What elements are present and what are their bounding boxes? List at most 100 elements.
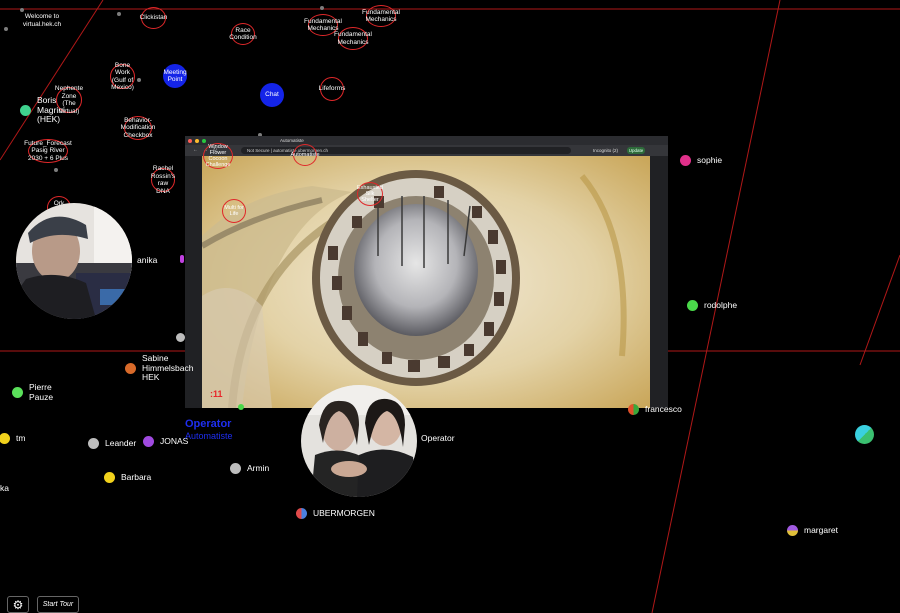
user-barbara[interactable]: Barbara [104, 472, 151, 483]
user-ka[interactable]: ka [0, 483, 9, 494]
link-label: Multi for Life [224, 205, 244, 217]
user-avatar [628, 404, 639, 415]
link-label: Race Condition [229, 26, 257, 42]
browser-update-button[interactable]: Update [627, 147, 645, 154]
space-link-future-forecast[interactable]: Future_Forecast Pasig River 2030 + 6 Plu… [24, 139, 72, 163]
user-rodolphe[interactable]: rodolphe [687, 300, 737, 311]
user-tm[interactable]: tm [0, 433, 25, 444]
incognito-indicator[interactable]: Incognito (2) [593, 147, 618, 154]
shared-3d-scene [202, 156, 650, 408]
user-name: francesco [645, 403, 682, 414]
space-marker [320, 6, 324, 10]
operator-title: Operator [185, 418, 232, 430]
browser-tab-bar: Automatiste [185, 136, 668, 145]
space-link-behavior-modification[interactable]: Behavior-Modification Checkbox [121, 116, 155, 140]
user-name: Sabine Himmelsbach HEK [142, 353, 194, 382]
user-avatar [680, 155, 691, 166]
user-name: rodolphe [704, 299, 738, 310]
link-label: Window Flower Cocoon Challenge [205, 144, 231, 168]
space-marker [137, 78, 141, 82]
user-name: tm [16, 432, 26, 443]
webcam-video [16, 203, 132, 319]
user-avatar [125, 362, 136, 374]
link-label: Fundamental Mechanics [362, 8, 400, 24]
link-label: Automatiste [290, 152, 320, 158]
user-operator[interactable]: Operator [421, 433, 455, 444]
settings-button[interactable]: ⚙ [7, 596, 29, 613]
space-link-bone-work[interactable]: Bone Work (Gulf of Mexico) [110, 61, 135, 92]
user-avatar [88, 438, 99, 449]
user-avatar [143, 436, 154, 447]
space-link-rachel-rossin[interactable]: Rachel Rossin's raw DNA [150, 165, 176, 195]
browser-toolbar: ← → ↻ Not Secure | automatiste.ubermorge… [185, 145, 668, 156]
space-link-race-condition[interactable]: Race Condition [229, 23, 257, 45]
user-sabine[interactable]: Sabine Himmelsbach HEK [125, 353, 194, 383]
operator-subtitle: Automatiste [185, 431, 233, 441]
anika-marker [180, 255, 184, 263]
space-link-window-flower[interactable]: Window Flower Cocoon Challenge [203, 143, 233, 169]
space-marker [176, 333, 185, 342]
user-name: ka [0, 483, 9, 493]
user-name: Boris Magrini (HEK) [37, 95, 65, 124]
user-name: Leander [105, 437, 137, 448]
room-chat[interactable]: Chat [260, 83, 284, 107]
user-name: anika [137, 255, 158, 265]
room-label: Meeting Point [163, 68, 187, 84]
space-marker [54, 168, 58, 172]
space-link-clickistan[interactable]: Clickistan [139, 7, 168, 29]
user-avatar [230, 463, 241, 474]
user-sophie[interactable]: sophie [680, 155, 722, 166]
gear-icon: ⚙ [12, 597, 24, 612]
webcam-bubble-anika[interactable] [16, 203, 132, 319]
user-avatar [787, 525, 798, 536]
user-jonas[interactable]: JONAS [143, 436, 188, 447]
user-name: sophie [697, 154, 723, 165]
space-link-fundamental-mechanics[interactable]: Fundamental Mechanics [334, 27, 372, 50]
space-link-multi-for-life[interactable]: Multi for Life [222, 199, 246, 223]
browser-tab-title[interactable]: Automatiste [280, 138, 304, 143]
room-meeting-point[interactable]: Meeting Point [163, 64, 187, 88]
user-avatar-unlabeled[interactable] [855, 425, 874, 444]
user-leander[interactable]: Leander [88, 438, 136, 449]
start-tour-button[interactable]: Start Tour [37, 596, 79, 613]
close-window-icon[interactable] [188, 138, 192, 143]
virtual-space[interactable]: Welcome to virtual.hek.ch Clickistan Rac… [0, 0, 900, 613]
user-name: margaret [804, 524, 839, 535]
space-marker [117, 12, 121, 16]
user-ubermorgen[interactable]: UBERMORGEN [296, 508, 375, 519]
user-pierre[interactable]: Pierre Pauze [12, 382, 61, 402]
webcam-video [301, 385, 417, 497]
user-name: Barbara [121, 471, 152, 482]
link-label: Clickistan [139, 14, 168, 22]
link-label: Rachel Rossin's raw DNA [150, 165, 176, 195]
space-link-exhausted-silk[interactable]: Exhausted Silk Shelter [357, 182, 383, 206]
space-link-lifeforms[interactable]: Lifeforms [319, 77, 345, 101]
user-avatar [12, 387, 23, 398]
link-label: Fundamental Mechanics [334, 31, 372, 46]
webcam-bubble-operator[interactable] [301, 385, 417, 497]
space-link-fundamental-mechanics[interactable]: Fundamental Mechanics [362, 5, 400, 27]
user-armin[interactable]: Armin [230, 463, 269, 474]
link-label: Bone Work (Gulf of Mexico) [111, 61, 134, 92]
back-arrow-icon[interactable]: ← [193, 147, 198, 153]
user-avatar [296, 508, 307, 519]
link-label: Behavior-Modification Checkbox [120, 116, 156, 139]
user-anika[interactable]: anika [137, 255, 158, 266]
user-francesco[interactable]: francesco [628, 404, 682, 415]
user-name: UBERMORGEN [313, 507, 375, 518]
screen-share[interactable]: Automatiste ← → ↻ Not Secure | automatis… [185, 136, 668, 408]
space-link-welcome[interactable]: Welcome to virtual.hek.ch [18, 13, 66, 28]
user-name: Operator [421, 433, 455, 443]
space-link-automatiste[interactable]: Automatiste [290, 144, 320, 166]
user-avatar [20, 104, 31, 116]
user-margaret[interactable]: margaret [787, 525, 838, 536]
link-label: Future_Forecast Pasig River 2030 + 6 Plu… [24, 139, 72, 162]
video-timecode: :11 [210, 389, 223, 399]
minimize-window-icon[interactable] [195, 138, 199, 143]
user-boris[interactable]: Boris Magrini (HEK) [20, 95, 67, 125]
user-name: Pierre Pauze [29, 382, 54, 402]
space-marker [4, 27, 8, 31]
space-marker [238, 404, 244, 410]
user-name: Armin [247, 462, 270, 473]
maximize-window-icon[interactable] [202, 138, 206, 143]
